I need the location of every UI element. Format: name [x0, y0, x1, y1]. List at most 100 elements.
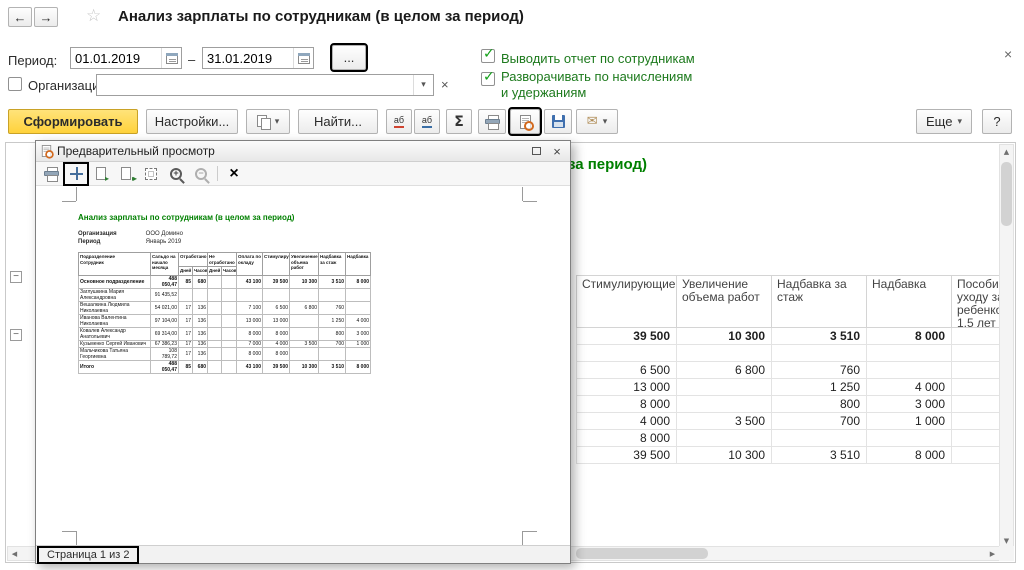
report-row[interactable]: 4 0003 5007001 000 [576, 413, 1004, 430]
dialog-titlebar[interactable]: Предварительный просмотр × [36, 141, 570, 162]
vertical-scrollbar[interactable]: ▲ ▼ [999, 144, 1014, 548]
scroll-right-arrow[interactable]: ▶ [986, 547, 999, 560]
row-headers-icon: аб [394, 116, 404, 128]
report-row[interactable]: 39 50010 3003 5108 000 [576, 328, 1004, 345]
group-expander-2[interactable]: − [10, 329, 22, 341]
maximize-button[interactable] [528, 143, 544, 159]
expand-by-accruals-checkbox[interactable] [481, 72, 495, 86]
report-row[interactable]: 13 0001 2504 000 [576, 379, 1004, 396]
zoom-in-button[interactable]: + [165, 164, 187, 184]
next-page-button[interactable] [90, 164, 112, 184]
last-page-button[interactable] [115, 164, 137, 184]
print-button[interactable] [478, 109, 506, 134]
settings-button[interactable]: Настройки... [146, 109, 238, 134]
crop-mark [76, 531, 77, 545]
copy-icon [257, 115, 270, 129]
find-label: Найти... [314, 114, 362, 129]
date-to-calendar-button[interactable] [293, 48, 313, 68]
forward-button[interactable]: → [34, 7, 58, 27]
save-button[interactable] [544, 109, 572, 134]
organization-input[interactable] [97, 76, 413, 95]
column-headers-button[interactable]: аб [414, 109, 440, 134]
scroll-up-arrow[interactable]: ▲ [1000, 145, 1013, 158]
organization-combo: ▾ [96, 74, 434, 96]
next-page-icon [96, 167, 106, 180]
report-row[interactable]: 8 000 [576, 430, 1004, 447]
vertical-scroll-thumb[interactable] [1001, 162, 1012, 226]
period-label: Период: [8, 53, 57, 68]
dialog-icon [42, 145, 51, 157]
dialog-statusbar: Страница 1 из 2 [36, 545, 570, 563]
page-margins-button[interactable] [140, 164, 162, 184]
autosum-button[interactable]: Σ [446, 109, 472, 134]
close-preview-button[interactable]: × [223, 164, 245, 184]
report-row[interactable]: 8 0008003 000 [576, 396, 1004, 413]
zoom-in-icon: + [170, 168, 182, 180]
scroll-left-arrow[interactable]: ◀ [8, 547, 21, 560]
report-grid-clip: СтимулирующиеУвеличение объема работНадб… [576, 275, 1004, 515]
report-by-employees-label: Выводить отчет по сотрудникам [501, 51, 695, 66]
date-from-field [70, 47, 182, 69]
horizontal-scroll-thumb[interactable] [576, 548, 708, 559]
form-close-icon[interactable]: × [1004, 47, 1012, 61]
print-preview-dialog: Предварительный просмотр × + − × Ана [35, 140, 571, 564]
report-row[interactable] [576, 345, 1004, 362]
date-separator: – [188, 52, 195, 67]
sum-icon: Σ [454, 114, 464, 130]
date-to-input[interactable] [203, 49, 293, 68]
more-actions-button[interactable]: Еще ▾ [916, 109, 972, 134]
chevron-down-icon: ▾ [957, 117, 962, 127]
send-email-button[interactable]: ✉ ▾ [576, 109, 618, 134]
ellipsis-label: ... [344, 50, 355, 65]
crop-mark [62, 531, 76, 532]
organization-clear-button[interactable]: × [441, 78, 449, 91]
report-column-header: Надбавка за стаж [772, 276, 867, 328]
org-label: Организация [78, 231, 144, 237]
report-row[interactable]: 39 50010 3003 5108 000 [576, 447, 1004, 464]
group-expander-1[interactable]: − [10, 271, 22, 283]
preview-print-button[interactable] [40, 164, 62, 184]
find-button[interactable]: Найти... [298, 109, 378, 134]
dialog-title: Предварительный просмотр [57, 144, 523, 158]
chevron-down-icon: ▾ [603, 117, 608, 127]
crop-mark [522, 531, 523, 545]
report-column-header: Надбавка [867, 276, 952, 328]
chevron-down-icon: ▾ [275, 117, 280, 127]
last-page-icon [121, 167, 131, 180]
back-button[interactable]: ← [8, 7, 32, 27]
period-more-button[interactable]: ... [332, 45, 366, 70]
date-from-calendar-button[interactable] [161, 48, 181, 68]
forward-icon: → [40, 10, 53, 25]
fit-page-button[interactable] [65, 164, 87, 184]
preview-area[interactable]: Анализ зарплаты по сотрудникам (в целом … [36, 187, 570, 545]
date-from-input[interactable] [71, 49, 161, 68]
date-to-field [202, 47, 314, 69]
fit-page-icon [70, 167, 83, 180]
report-row[interactable]: 6 5006 800760 [576, 362, 1004, 379]
help-button[interactable]: ? [982, 109, 1012, 134]
row-headers-button[interactable]: аб [386, 109, 412, 134]
org-value: ООО Домино [146, 231, 183, 237]
generate-button[interactable]: Сформировать [8, 109, 138, 134]
save-icon [552, 115, 565, 128]
organization-dropdown-button[interactable]: ▾ [413, 75, 433, 95]
help-label: ? [993, 114, 1000, 129]
dialog-close-button[interactable]: × [549, 143, 565, 159]
report-column-header: Пособие по уходу за ребенком до 1,5 лет [952, 276, 1004, 328]
period-label: Период [78, 239, 144, 245]
organization-checkbox[interactable] [8, 77, 22, 91]
report-grid[interactable]: СтимулирующиеУвеличение объема работНадб… [576, 275, 1004, 464]
zoom-out-icon: − [195, 168, 207, 180]
app-window: ← → ☆ Анализ зарплаты по сотрудникам (в … [0, 0, 1024, 570]
settings-label: Настройки... [155, 114, 230, 129]
preview-page: Анализ зарплаты по сотрудникам (в целом … [78, 203, 522, 374]
zoom-out-button[interactable]: − [190, 164, 212, 184]
favorite-star-icon[interactable]: ☆ [86, 6, 101, 26]
report-by-employees-checkbox[interactable] [481, 49, 495, 63]
expand-by-accruals-label: Разворачивать по начислениям и удержания… [501, 69, 701, 101]
mail-icon: ✉ [587, 115, 598, 128]
crop-mark [62, 201, 76, 202]
copy-dropdown-button[interactable]: ▾ [246, 109, 290, 134]
print-preview-button[interactable] [510, 109, 540, 134]
more-label: Еще [926, 114, 952, 129]
